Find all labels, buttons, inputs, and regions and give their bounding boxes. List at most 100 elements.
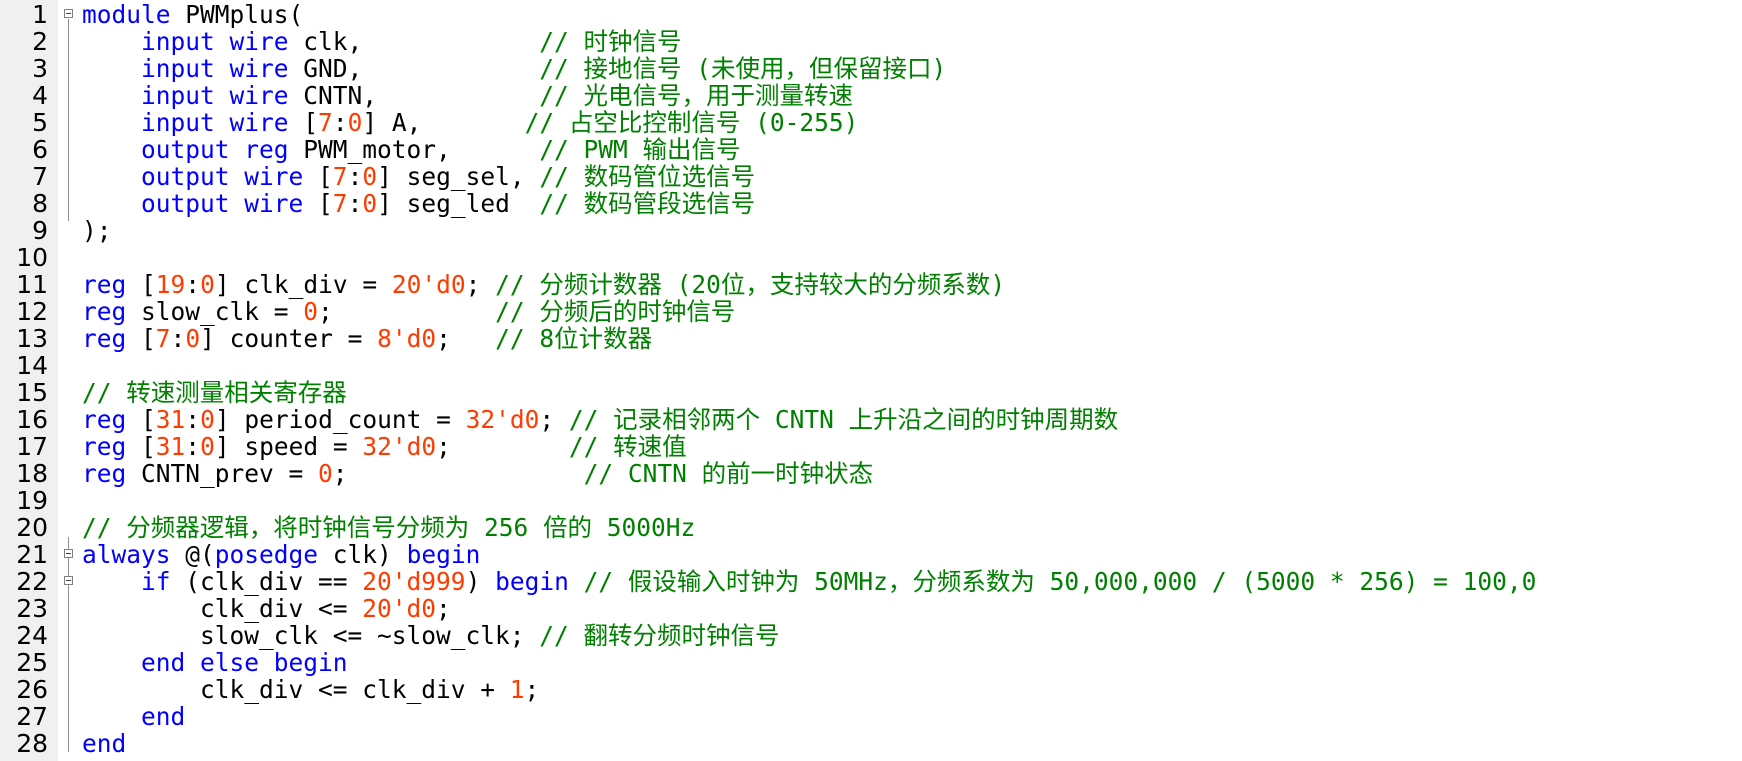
code-token: if	[141, 567, 171, 596]
code-text: output reg PWM_motor, // PWM 输出信号	[82, 136, 741, 163]
code-token: ;	[539, 405, 569, 434]
code-line[interactable]: 5 input wire [7:0] A, // 占空比控制信号 (0-255)	[0, 109, 1742, 136]
code-line[interactable]: 6 output reg PWM_motor, // PWM 输出信号	[0, 136, 1742, 163]
line-number: 21	[16, 540, 48, 569]
code-line[interactable]: 7 output wire [7:0] seg_sel, // 数码管位选信号	[0, 163, 1742, 190]
code-token: end else begin	[141, 648, 348, 677]
code-token: // 转速测量相关寄存器	[82, 378, 347, 407]
code-line[interactable]: 4 input wire CNTN, // 光电信号，用于测量转速	[0, 82, 1742, 109]
code-line[interactable]: 9);	[0, 217, 1742, 244]
code-token: ] seg_led	[377, 189, 540, 218]
code-text: input wire CNTN, // 光电信号，用于测量转速	[82, 82, 853, 109]
code-line[interactable]: 23 clk_div <= 20'd0;	[0, 595, 1742, 622]
code-line[interactable]: 8 output wire [7:0] seg_led // 数码管段选信号	[0, 190, 1742, 217]
code-token: 20'd0	[362, 594, 437, 623]
line-number: 16	[16, 405, 48, 434]
code-token: [	[126, 405, 156, 434]
line-number: 5	[32, 108, 48, 137]
code-token: [	[126, 432, 156, 461]
code-line[interactable]: 3 input wire GND, // 接地信号 (未使用，但保留接口)	[0, 55, 1742, 82]
code-token: GND,	[288, 54, 540, 83]
code-line[interactable]: 16 reg [31:0] period_count = 32'd0; // 记录…	[0, 406, 1742, 433]
code-token: [	[126, 324, 156, 353]
code-editor[interactable]: 1 module PWMplus(2 input wire clk, // 时钟信…	[0, 0, 1742, 761]
line-number: 14	[16, 351, 48, 380]
code-token: [	[303, 162, 333, 191]
line-number: 23	[16, 594, 48, 623]
code-token: slow_clk =	[126, 297, 304, 326]
code-token: reg	[82, 324, 127, 353]
code-token: ;	[332, 459, 584, 488]
line-number: 24	[16, 621, 48, 650]
line-number: 26	[16, 675, 48, 704]
code-token: 0	[318, 459, 333, 488]
code-text: end	[82, 730, 126, 757]
code-line[interactable]: 1 module PWMplus(	[0, 1, 1742, 28]
code-text: reg [31:0] period_count = 32'd0; // 记录相邻…	[82, 406, 1118, 433]
line-number: 10	[16, 243, 48, 272]
code-line[interactable]: 2 input wire clk, // 时钟信号	[0, 28, 1742, 55]
code-token: CNTN,	[288, 81, 540, 110]
code-token: // 分频器逻辑，将时钟信号分频为 256 倍的 5000Hz	[82, 513, 696, 542]
code-token: output wire	[141, 189, 304, 218]
code-line[interactable]: 12 reg slow_clk = 0; // 分频后的时钟信号	[0, 298, 1742, 325]
code-line[interactable]: 15 // 转速测量相关寄存器	[0, 379, 1742, 406]
code-token: ;	[465, 270, 496, 299]
code-text: if (clk_div == 20'd999) begin // 假设输入时钟为…	[82, 568, 1536, 595]
code-token: 0	[303, 297, 319, 326]
code-line[interactable]: 24 slow_clk <= ~slow_clk; // 翻转分频时钟信号	[0, 622, 1742, 649]
fold-toggle-icon[interactable]	[64, 549, 73, 558]
code-line[interactable]: 13 reg [7:0] counter = 8'd0; // 8位计数器	[0, 325, 1742, 352]
line-number: 13	[16, 324, 48, 353]
code-token: [	[126, 270, 156, 299]
code-token: reg	[82, 405, 127, 434]
code-line[interactable]: 21 always @(posedge clk) begin	[0, 541, 1742, 568]
code-line[interactable]: 20 // 分频器逻辑，将时钟信号分频为 256 倍的 5000Hz	[0, 514, 1742, 541]
code-text: module PWMplus(	[82, 1, 303, 28]
code-line[interactable]: 19	[0, 487, 1742, 514]
code-token: ;	[318, 297, 496, 326]
code-text: );	[82, 217, 112, 244]
fold-toggle-icon[interactable]	[64, 9, 73, 18]
line-number: 1	[32, 0, 48, 29]
code-line[interactable]: 25 end else begin	[0, 649, 1742, 676]
code-token: input wire	[141, 54, 289, 83]
code-text: reg CNTN_prev = 0; // CNTN 的前一时钟状态	[82, 460, 873, 487]
code-token: output wire	[141, 162, 304, 191]
code-line[interactable]: 18 reg CNTN_prev = 0; // CNTN 的前一时钟状态	[0, 460, 1742, 487]
code-line[interactable]: 17 reg [31:0] speed = 32'd0; // 转速值	[0, 433, 1742, 460]
line-number: 4	[32, 81, 48, 110]
code-token: 7	[332, 189, 348, 218]
code-token: ;	[436, 324, 496, 353]
code-token: input wire	[141, 81, 289, 110]
code-line[interactable]: 10	[0, 244, 1742, 271]
code-token: // 8位计数器	[495, 324, 653, 353]
code-text: reg [7:0] counter = 8'd0; // 8位计数器	[82, 325, 652, 352]
line-number: 11	[16, 270, 48, 299]
line-number: 7	[32, 162, 48, 191]
code-token: // 光电信号，用于测量转速	[539, 81, 854, 110]
fold-toggle-icon[interactable]	[64, 576, 73, 585]
code-line[interactable]: 11 reg [19:0] clk_div = 20'd0; // 分频计数器 (…	[0, 271, 1742, 298]
code-token: // 时钟信号	[539, 27, 682, 56]
code-line[interactable]: 26 clk_div <= clk_div + 1;	[0, 676, 1742, 703]
code-line[interactable]: 27 end	[0, 703, 1742, 730]
code-token: ] speed =	[214, 432, 363, 461]
line-number: 2	[32, 27, 48, 56]
code-token: PWMplus(	[170, 0, 304, 29]
code-token: // 接地信号 (未使用，但保留接口)	[539, 54, 947, 83]
code-token: 19	[155, 270, 186, 299]
code-line[interactable]: 28 end	[0, 730, 1742, 757]
code-line[interactable]: 22 if (clk_div == 20'd999) begin // 假设输入…	[0, 568, 1742, 595]
line-number: 6	[32, 135, 48, 164]
line-number: 19	[16, 486, 48, 515]
code-line[interactable]: 14	[0, 352, 1742, 379]
code-token: ] seg_sel,	[377, 162, 540, 191]
